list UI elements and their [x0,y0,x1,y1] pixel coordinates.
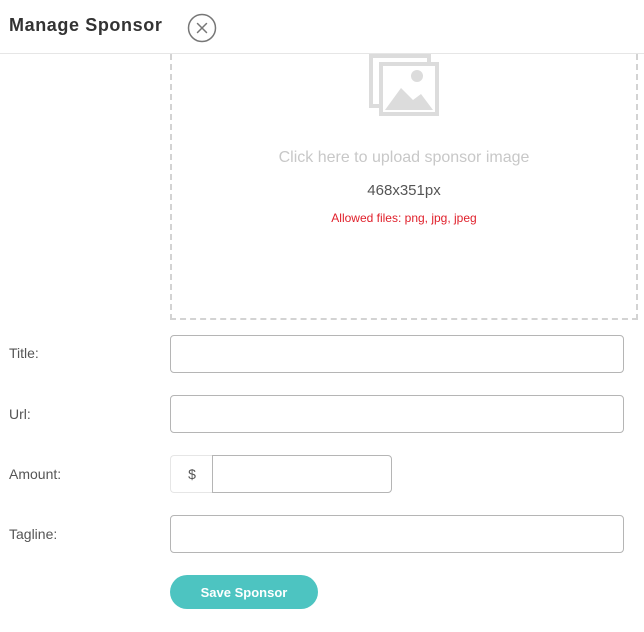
upload-dimensions: 468x351px [367,182,441,199]
allowed-file-types: Allowed files: png, jpg, jpeg [331,211,477,225]
url-label: Url: [9,406,31,422]
upload-prompt: Click here to upload sponsor image [278,149,530,166]
title-input[interactable] [170,335,624,373]
tagline-label: Tagline: [9,526,58,542]
currency-addon: $ [170,455,213,493]
save-sponsor-button[interactable]: Save Sponsor [170,575,318,609]
page-title: Manage Sponsor [9,15,163,35]
amount-input[interactable] [212,455,392,493]
tagline-input[interactable] [170,515,624,553]
title-label: Title: [9,345,39,361]
close-icon [187,13,217,43]
amount-label: Amount: [9,466,62,482]
image-placeholder-icon [369,54,439,116]
manage-sponsor-page: Manage Sponsor Click here to upload spon… [0,0,644,632]
close-button[interactable] [187,13,217,43]
sponsor-image-upload-zone[interactable]: Click here to upload sponsor image 468x3… [170,54,638,320]
header: Manage Sponsor [0,0,644,54]
url-input[interactable] [170,395,624,433]
